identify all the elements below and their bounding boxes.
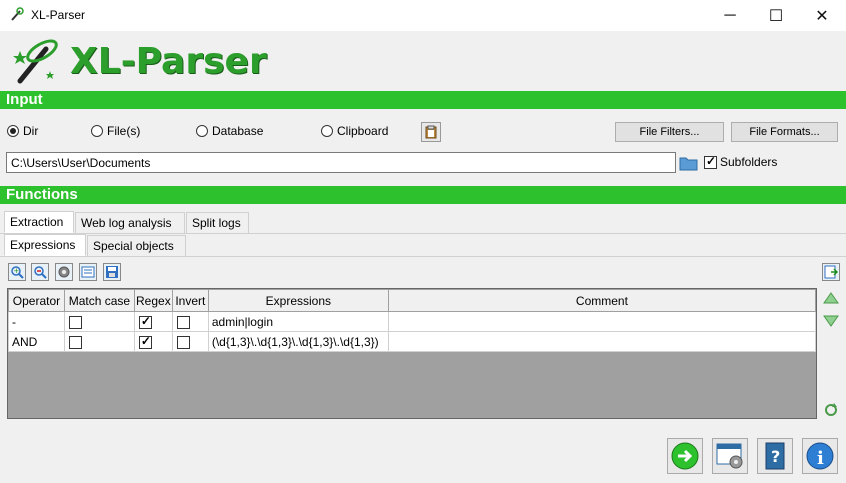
match-case-cell[interactable] <box>63 311 135 332</box>
move-down-button[interactable] <box>822 312 840 330</box>
svg-text:i: i <box>817 448 824 469</box>
subtab-divider <box>0 256 846 257</box>
arrow-up-icon <box>823 292 839 304</box>
arrow-down-icon <box>823 315 839 327</box>
paste-clipboard-button[interactable] <box>421 122 441 142</box>
regex-checkbox[interactable] <box>138 334 152 349</box>
title-bar: XL-Parser ─ ☐ ✕ <box>0 0 846 31</box>
add-icon: + <box>11 266 24 279</box>
import-button[interactable] <box>79 263 97 281</box>
refresh-icon <box>825 403 837 416</box>
column-header-operator[interactable]: Operator <box>8 289 65 312</box>
run-button[interactable] <box>667 438 703 474</box>
column-header-expressions[interactable]: Expressions <box>207 289 389 312</box>
radio-database-indicator[interactable] <box>196 125 208 137</box>
remove-expression-button[interactable] <box>31 263 49 281</box>
add-expression-button[interactable]: + <box>8 263 26 281</box>
refresh-button[interactable] <box>822 401 840 419</box>
expression-cell[interactable]: admin|login <box>207 311 389 332</box>
radio-database-label: Database <box>212 124 264 138</box>
close-button[interactable]: ✕ <box>799 0 845 31</box>
gear-icon <box>58 266 70 278</box>
column-header-match-case[interactable]: Match case <box>63 289 135 312</box>
comment-cell[interactable] <box>387 331 816 352</box>
radio-dir[interactable]: Dir <box>7 124 38 138</box>
export-button[interactable] <box>822 263 840 281</box>
column-header-invert[interactable]: Invert <box>171 289 209 312</box>
table-row[interactable]: - admin|login <box>8 311 816 332</box>
operator-cell[interactable]: AND <box>8 331 65 352</box>
tab-extraction[interactable]: Extraction <box>4 211 74 233</box>
subfolders-checkbox[interactable] <box>704 154 717 169</box>
logo-text: XL-Parser <box>70 41 267 82</box>
radio-files-indicator[interactable] <box>91 125 103 137</box>
folder-icon <box>679 157 698 171</box>
settings-button[interactable] <box>55 263 73 281</box>
options-button[interactable] <box>712 438 748 474</box>
radio-dir-label: Dir <box>23 124 39 138</box>
comment-cell[interactable] <box>387 311 816 332</box>
regex-cell[interactable] <box>133 311 173 332</box>
regex-cell[interactable] <box>133 331 173 352</box>
operator-cell[interactable]: - <box>8 311 65 332</box>
clipboard-icon <box>425 125 437 139</box>
subtab-expressions[interactable]: Expressions <box>4 234 86 256</box>
radio-clipboard-label: Clipboard <box>337 124 389 138</box>
table-header-row: Operator Match case Regex Invert Express… <box>8 289 816 312</box>
radio-clipboard-indicator[interactable] <box>321 125 333 137</box>
save-icon <box>106 266 118 278</box>
minimize-button[interactable]: ─ <box>707 0 753 31</box>
expressions-table: Operator Match case Regex Invert Express… <box>8 289 816 352</box>
functions-section-title: Functions <box>0 186 846 204</box>
run-arrow-icon <box>671 442 699 470</box>
maximize-button[interactable]: ☐ <box>753 0 799 31</box>
invert-cell[interactable] <box>171 331 209 352</box>
info-icon: i <box>806 442 834 470</box>
radio-dir-indicator[interactable] <box>7 125 19 137</box>
svg-text:?: ? <box>771 447 780 466</box>
help-book-icon: ? <box>765 442 785 470</box>
subtab-special-objects[interactable]: Special objects <box>87 235 186 257</box>
radio-files-label: File(s) <box>107 124 141 138</box>
subfolders-label: Subfolders <box>720 155 778 169</box>
radio-files[interactable]: File(s) <box>91 124 140 138</box>
expression-cell[interactable]: (\d{1,3}\.\d{1,3}\.\d{1,3}\.\d{1,3}) <box>207 331 389 352</box>
app-icon <box>9 7 25 23</box>
save-button[interactable] <box>103 263 121 281</box>
invert-cell[interactable] <box>171 311 209 332</box>
tab-divider <box>0 233 846 234</box>
match-case-checkbox[interactable] <box>68 335 82 349</box>
remove-icon <box>34 266 47 279</box>
window-title: XL-Parser <box>31 8 86 22</box>
help-button[interactable]: ? <box>757 438 793 474</box>
invert-checkbox[interactable] <box>176 335 190 349</box>
import-icon <box>81 266 95 278</box>
match-case-checkbox[interactable] <box>68 315 82 329</box>
table-row[interactable]: AND (\d{1,3}\.\d{1,3}\.\d{1,3}\.\d{1,3}) <box>8 331 816 352</box>
input-panel <box>0 109 846 186</box>
column-header-comment[interactable]: Comment <box>387 289 816 312</box>
logo-wand-icon <box>12 37 62 87</box>
path-input[interactable] <box>6 152 676 173</box>
match-case-cell[interactable] <box>63 331 135 352</box>
invert-checkbox[interactable] <box>176 315 190 329</box>
browse-folder-button[interactable] <box>679 153 699 172</box>
subfolders-option[interactable]: Subfolders <box>704 154 778 169</box>
expressions-grid[interactable]: Operator Match case Regex Invert Express… <box>7 288 817 419</box>
regex-checkbox[interactable] <box>138 314 152 329</box>
window-gear-icon <box>716 443 743 469</box>
radio-database[interactable]: Database <box>196 124 263 138</box>
svg-text:+: + <box>14 267 20 275</box>
about-button[interactable]: i <box>802 438 838 474</box>
file-formats-button[interactable]: File Formats... <box>731 122 838 142</box>
file-filters-button[interactable]: File Filters... <box>615 122 724 142</box>
export-icon <box>824 265 838 279</box>
header-banner: XL-Parser <box>0 31 846 91</box>
move-up-button[interactable] <box>822 289 840 307</box>
radio-clipboard[interactable]: Clipboard <box>321 124 388 138</box>
input-section-title: Input <box>0 91 846 109</box>
tab-split-logs[interactable]: Split logs <box>186 212 249 234</box>
column-header-regex[interactable]: Regex <box>133 289 173 312</box>
tab-web-log-analysis[interactable]: Web log analysis <box>75 212 185 234</box>
